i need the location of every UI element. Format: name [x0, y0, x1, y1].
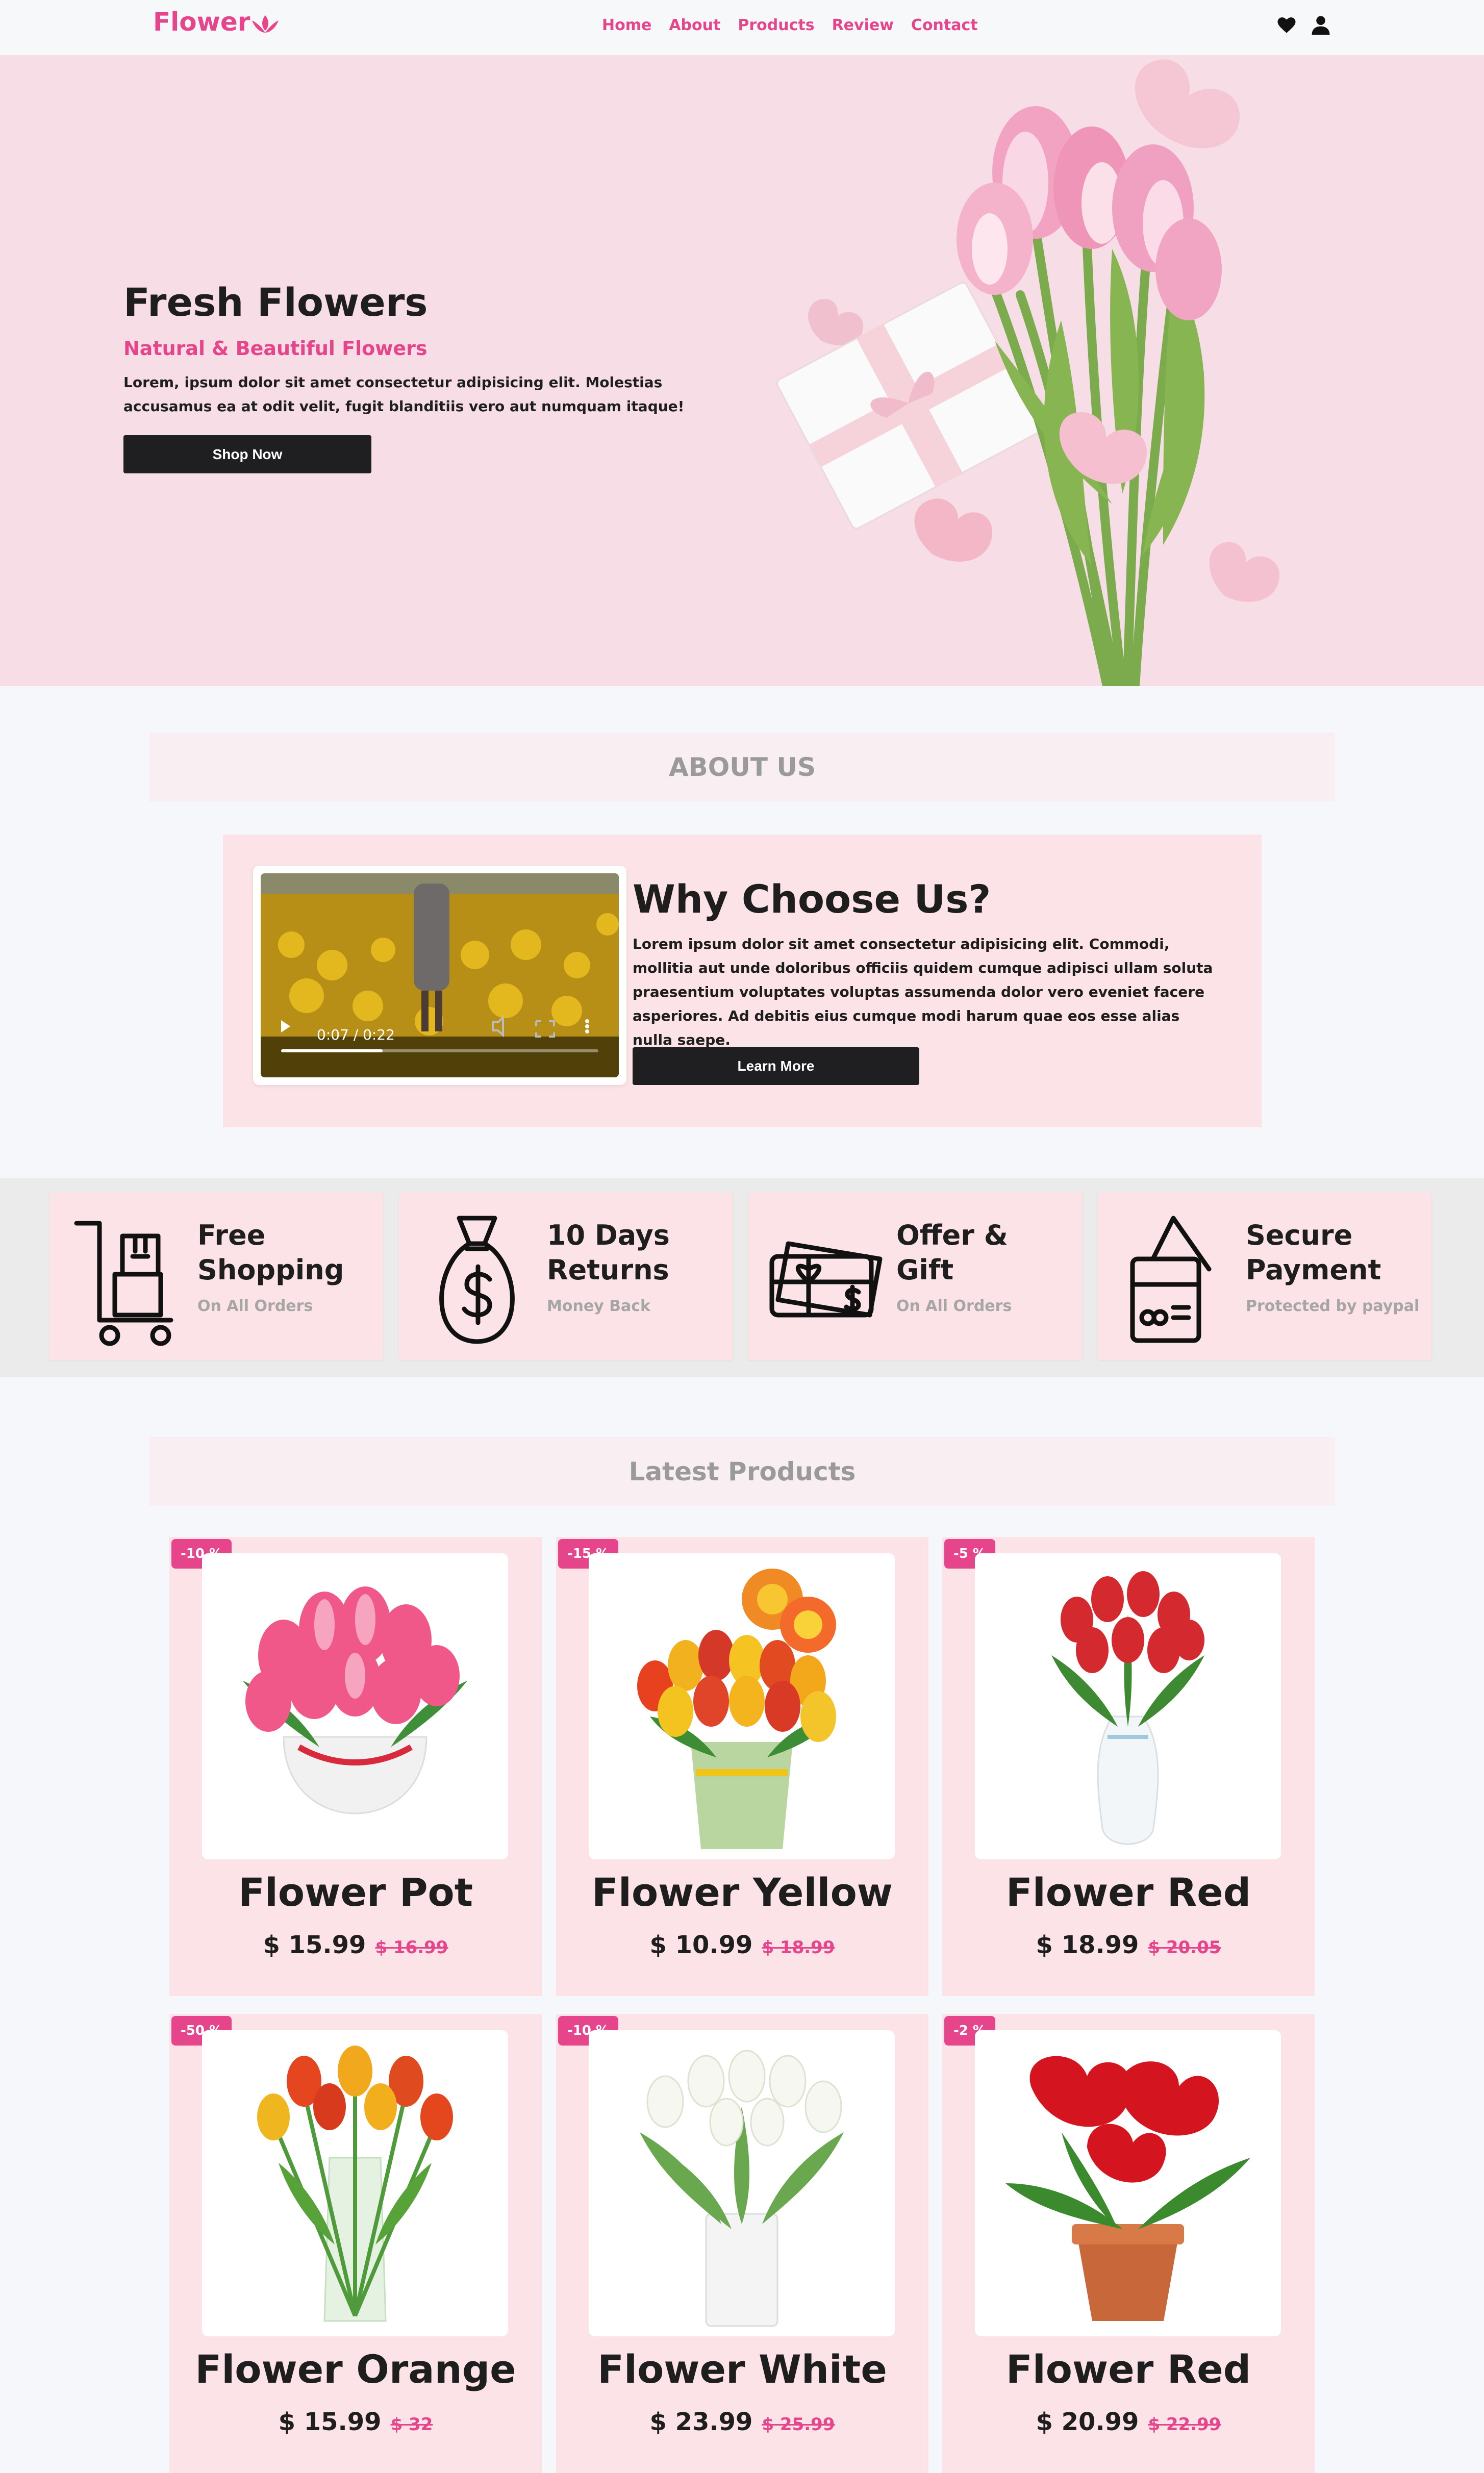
- tulip-bouquet-image: [776, 59, 1280, 686]
- why-choose-text: Lorem ipsum dolor sit amet consectetur a…: [633, 936, 1213, 1048]
- product-price: $ 10.99 $ 18.99: [649, 1931, 835, 1959]
- hero-section: Fresh Flowers Natural & Beautiful Flower…: [0, 55, 1484, 686]
- product-card[interactable]: -50 % Flower Orange $ 15.99 $ 32: [169, 2014, 542, 2473]
- product-card[interactable]: -10 % Flower White $ 23.99 $ 25.99: [556, 2014, 928, 2473]
- nav-contact[interactable]: Contact: [911, 16, 978, 34]
- hero-subtitle: Natural & Beautiful Flowers: [123, 337, 427, 360]
- product-name: Flower White: [597, 2346, 887, 2392]
- user-icon[interactable]: [1310, 14, 1331, 36]
- product-price: $ 15.99 $ 16.99: [263, 1931, 448, 1959]
- feature-card-shipping: Free Shopping On All Orders: [49, 1193, 383, 1360]
- gift-card-icon: [769, 1241, 883, 1318]
- product-name: Flower Red: [1005, 1870, 1251, 1915]
- feature-title: 10 Days Returns: [547, 1219, 670, 1286]
- feature-title: Secure Payment: [1246, 1219, 1381, 1286]
- products-heading: Latest Products: [149, 1437, 1335, 1506]
- feature-title: Free Shopping: [197, 1219, 344, 1286]
- product-image[interactable]: [975, 2030, 1281, 2336]
- main-nav: Home About Products Review Contact: [602, 16, 995, 34]
- feature-subtitle: On All Orders: [197, 1297, 313, 1315]
- learn-more-button[interactable]: Learn More: [633, 1047, 919, 1085]
- site-header: Flower Home About Products Review Contac…: [0, 0, 1484, 55]
- money-bag-icon: [439, 1216, 515, 1344]
- product-image[interactable]: [975, 1553, 1281, 1859]
- why-choose-title: Why Choose Us?: [633, 876, 991, 922]
- product-card[interactable]: -5 % Flower Red $ 18.99 $ 20.05: [942, 1537, 1315, 1996]
- feature-subtitle: On All Orders: [896, 1297, 1012, 1315]
- product-name: Flower Red: [1005, 2346, 1251, 2392]
- nav-review[interactable]: Review: [832, 16, 894, 34]
- product-card[interactable]: -10 % Flower Pot $ 15.99 $ 16.99: [169, 1537, 542, 1996]
- feature-card-payment: Secure Payment Protected by paypal: [1098, 1193, 1431, 1360]
- nav-products[interactable]: Products: [738, 16, 814, 34]
- credit-card-icon: [1130, 1216, 1212, 1343]
- product-name: Flower Orange: [195, 2346, 516, 2392]
- lotus-logo-icon: [252, 15, 279, 33]
- cart-icon: [74, 1221, 173, 1346]
- product-image[interactable]: [202, 1553, 508, 1859]
- product-image[interactable]: [589, 2030, 895, 2336]
- shop-now-button[interactable]: Shop Now: [123, 435, 371, 473]
- product-name: Flower Pot: [238, 1870, 473, 1915]
- product-image[interactable]: [202, 2030, 508, 2336]
- product-price: $ 18.99 $ 20.05: [1036, 1931, 1221, 1959]
- product-card[interactable]: -2 % Flower Red $ 20.99 $ 22.99: [942, 2014, 1315, 2473]
- hero-description: Lorem, ipsum dolor sit amet consectetur …: [123, 374, 685, 415]
- nav-home[interactable]: Home: [602, 16, 651, 34]
- about-heading: ABOUT US: [149, 733, 1335, 801]
- product-image[interactable]: [589, 1553, 895, 1859]
- product-price: $ 20.99 $ 22.99: [1036, 2408, 1221, 2436]
- product-price: $ 23.99 $ 25.99: [649, 2408, 835, 2436]
- logo-text[interactable]: Flower: [153, 7, 250, 37]
- product-name: Flower Yellow: [591, 1870, 893, 1915]
- feature-subtitle: Protected by paypal: [1246, 1297, 1420, 1315]
- video-progress-bar[interactable]: [281, 1049, 383, 1052]
- product-card[interactable]: -15 % Flower Yellow $ 10.99 $ 18.99: [556, 1537, 928, 1996]
- hero-title: Fresh Flowers: [123, 280, 428, 325]
- video-player[interactable]: 0:07 / 0:22: [253, 866, 626, 1085]
- feature-subtitle: Money Back: [547, 1297, 651, 1315]
- feature-title: Offer & Gift: [896, 1219, 1008, 1286]
- video-frame[interactable]: 0:07 / 0:22: [261, 873, 619, 1077]
- video-thumbnail-image: [261, 873, 619, 1077]
- heart-icon[interactable]: [1276, 14, 1297, 36]
- nav-about[interactable]: About: [669, 16, 720, 34]
- video-time: 0:07 / 0:22: [317, 1026, 395, 1043]
- feature-card-gift: Offer & Gift On All Orders: [748, 1193, 1082, 1360]
- product-price: $ 15.99 $ 32: [278, 2408, 433, 2436]
- feature-card-returns: 10 Days Returns Money Back: [399, 1193, 733, 1360]
